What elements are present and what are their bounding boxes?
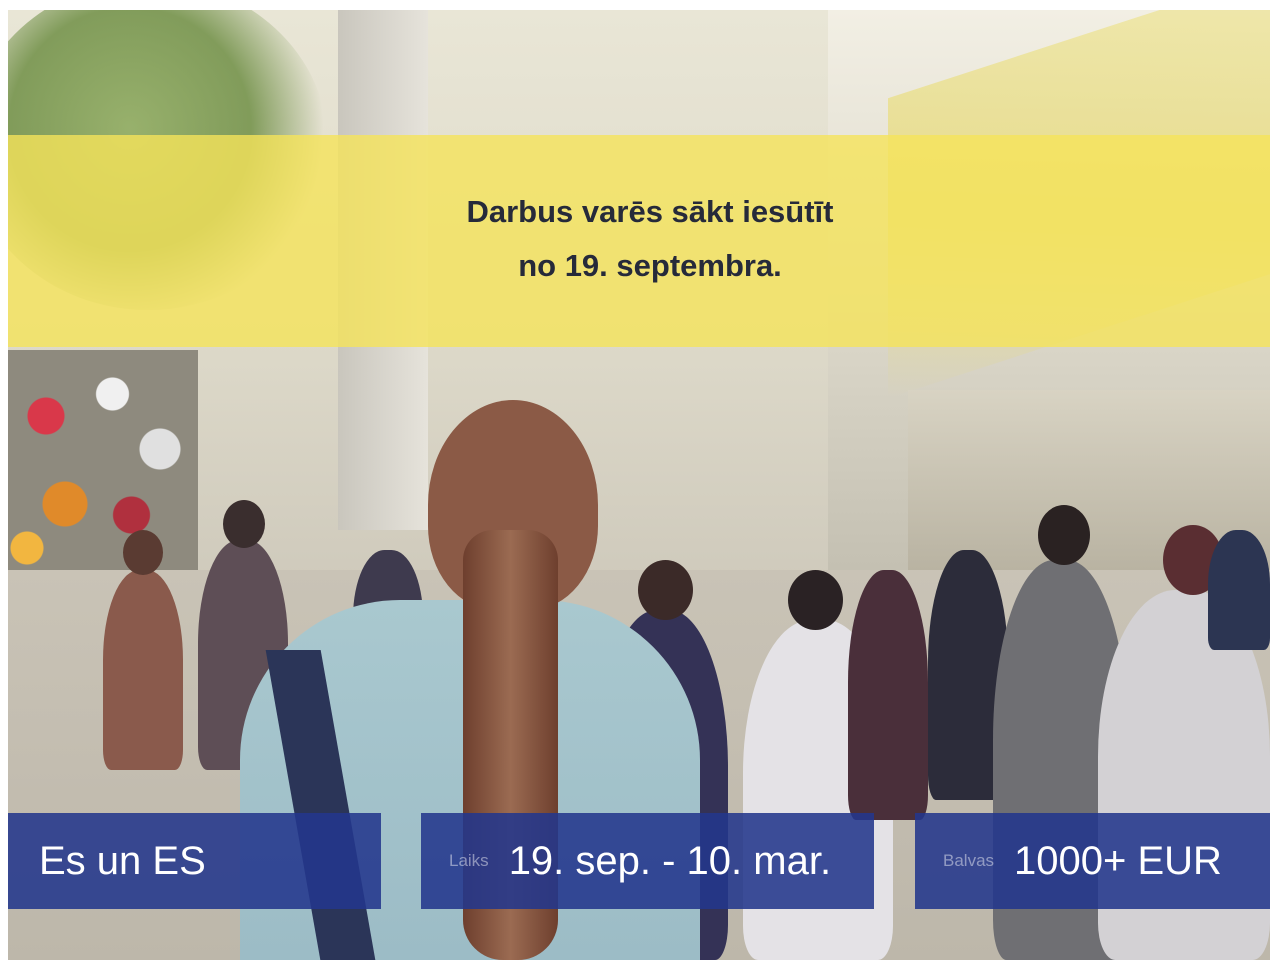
info-box-prizes-label: Balvas <box>943 851 995 870</box>
info-box-prizes: Balvas 1000+ EUR <box>915 813 1270 909</box>
info-box-dates-label: Laiks <box>449 851 489 870</box>
info-box-theme-value: Es un ES <box>39 838 206 883</box>
info-box-dates: Laiks 19. sep. - 10. mar. <box>421 813 874 909</box>
info-box-dates-value: 19. sep. - 10. mar. <box>508 838 832 883</box>
info-box-prizes-value: 1000+ EUR <box>1014 838 1222 883</box>
info-box-theme: Es un ES <box>8 813 381 909</box>
info-boxes-layer: Es un ES Laiks 19. sep. - 10. mar. Balva… <box>8 10 1270 960</box>
